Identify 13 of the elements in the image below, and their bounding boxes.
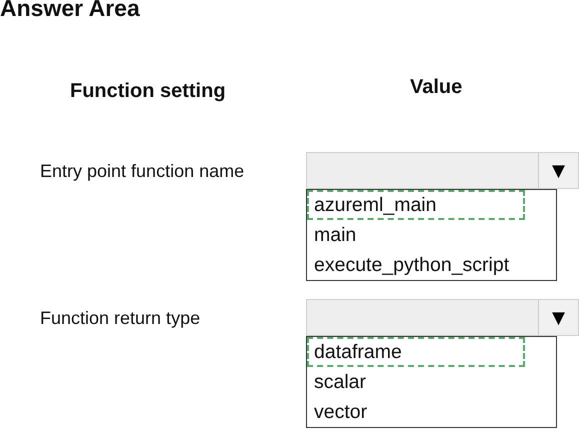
setting-label: Function return type: [40, 307, 202, 330]
dropdown-option[interactable]: main: [307, 220, 556, 250]
answer-area-heading: Answer Area: [0, 0, 141, 20]
dropdown-option[interactable]: azureml_main: [307, 190, 525, 220]
dropdown-option[interactable]: vector: [307, 397, 556, 427]
dropdown-option[interactable]: dataframe: [307, 337, 525, 367]
dropdown-option[interactable]: scalar: [307, 367, 556, 397]
column-heading: Value: [410, 75, 464, 100]
dropdown[interactable]: ▼: [306, 299, 579, 336]
dropdown[interactable]: ▼: [306, 152, 579, 189]
setting-label: Entry point function name: [40, 160, 246, 183]
column-heading: Function setting: [70, 79, 227, 104]
dropdown-option[interactable]: execute_python_script: [307, 250, 556, 280]
